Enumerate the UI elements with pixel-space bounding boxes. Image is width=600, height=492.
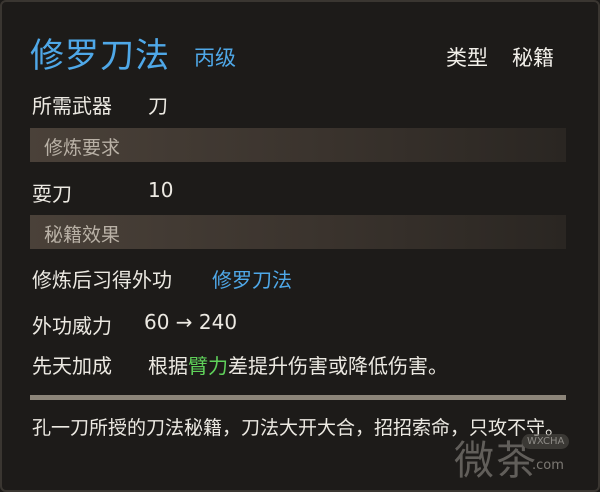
innate-suffix: 差提升伤害或降低伤害。 <box>228 354 448 378</box>
weapon-value: 刀 <box>148 94 168 118</box>
watermark-badge: WXCHA <box>522 434 570 449</box>
requirements-section-header: 修炼要求 <box>30 128 566 162</box>
skill-book-tooltip: 修罗刀法 丙级 类型 秘籍 所需武器 刀 修炼要求 耍刀 10 秘籍效果 修炼后… <box>0 0 600 492</box>
skill-grade: 丙级 <box>194 46 236 70</box>
learn-value: 修罗刀法 <box>212 268 292 292</box>
requirement-skill-value: 10 <box>148 178 174 202</box>
requirements-section-title: 修炼要求 <box>44 137 121 159</box>
requirement-skill-label: 耍刀 <box>32 182 72 206</box>
type-value: 秘籍 <box>512 46 554 70</box>
effects-section-title: 秘籍效果 <box>44 224 121 246</box>
innate-label: 先天加成 <box>32 354 112 378</box>
watermark-logo: 微 茶 WXCHA .com <box>454 420 594 484</box>
innate-attribute: 臂力 <box>188 354 228 378</box>
power-label: 外功威力 <box>32 314 112 338</box>
effects-section-header: 秘籍效果 <box>30 215 566 249</box>
weapon-label: 所需武器 <box>32 94 112 118</box>
innate-effect: 根据臂力差提升伤害或降低伤害。 <box>148 350 448 379</box>
skill-title: 修罗刀法 <box>30 36 170 76</box>
type-label: 类型 <box>446 46 488 70</box>
learn-label: 修炼后习得外功 <box>32 268 172 292</box>
watermark-url: .com <box>532 458 564 473</box>
innate-prefix: 根据 <box>148 354 188 378</box>
watermark-char-1: 微 <box>454 438 494 484</box>
divider <box>30 395 566 400</box>
power-value: 60 → 240 <box>144 310 238 334</box>
